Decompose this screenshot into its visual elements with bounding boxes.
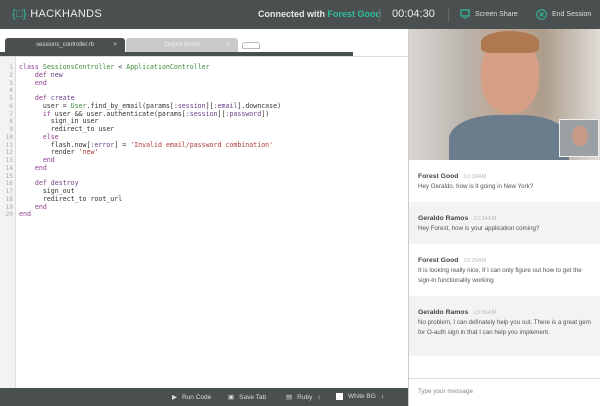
message-time: 10:36AM xyxy=(473,310,497,316)
sender-name: Geraldo Ramos xyxy=(418,309,469,316)
run-code-button[interactable]: ▶ Run Code xyxy=(172,393,212,402)
message-time: 10:35AM xyxy=(463,258,487,264)
screen-share-button[interactable]: Screen Share xyxy=(460,9,518,19)
select-arrows-icon: ↕ xyxy=(380,393,385,400)
line-number: 8 xyxy=(9,118,13,126)
line-number: 5 xyxy=(9,95,13,102)
run-label: Run Code xyxy=(182,393,212,401)
close-tab-icon[interactable]: × xyxy=(226,38,230,52)
self-video xyxy=(559,119,599,157)
chat-message: Geraldo Ramos 10:36AM No problem, I can de… xyxy=(409,296,600,356)
video-hair xyxy=(481,31,539,53)
line-number: 19 xyxy=(5,203,13,211)
close-circle-icon xyxy=(536,9,547,20)
logo: {□} HACKHANDS xyxy=(12,8,102,20)
chat-log: Forest Good 10:30AM Hey Geraldo, how is it… xyxy=(409,160,600,356)
sender-name: Geraldo Ramos xyxy=(418,215,469,222)
divider xyxy=(379,7,380,22)
line-numbers: 1 2 3 4 5 6 7 8 9 10 11 12 13 14 15 16 17 18 19 20 xyxy=(0,64,16,219)
code-content[interactable]: class SessionsController < ApplicationCo… xyxy=(19,63,281,219)
end-session-button[interactable]: End Session xyxy=(536,9,591,20)
line-number: 9 xyxy=(9,126,13,133)
message-text: Hey Forest, how is your application comi… xyxy=(418,225,540,232)
connection-status: Connected with Forest Good xyxy=(258,9,381,19)
language-label: Ruby xyxy=(297,393,313,401)
save-tab-button[interactable]: ▣ Save Tab xyxy=(228,393,267,402)
line-number: 12 xyxy=(5,149,13,157)
checkbox[interactable] xyxy=(336,393,343,400)
line-number: 1 xyxy=(9,64,13,71)
monitor-icon xyxy=(460,9,470,19)
logo-text: HACKHANDS xyxy=(30,8,103,20)
message-time: 10:34AM xyxy=(473,216,497,222)
chat-message: Forest Good 10:35AM It is looking really n… xyxy=(409,244,600,296)
message-text: No problem, I can definately help you ou… xyxy=(418,319,591,336)
line-number: 10 xyxy=(5,133,13,141)
line-number: 2 xyxy=(9,71,13,79)
chat-message: Forest Good 10:30AM Hey Geraldo, how is it… xyxy=(409,160,600,202)
editor-toolbar: ▶ Run Code ▣ Save Tab ▤ Ruby ↕ White BG ↕ xyxy=(0,388,408,406)
tab-label: Output errors xyxy=(164,42,200,48)
line-number: 13 xyxy=(5,157,13,164)
code-icon: ▤ xyxy=(286,394,293,401)
line-number: 20 xyxy=(5,211,13,219)
divider xyxy=(448,7,449,22)
tab-bar: sessions_controller.rb × Output errors × xyxy=(0,29,408,56)
screen-share-label: Screen Share xyxy=(475,10,518,18)
line-number: 3 xyxy=(9,79,13,87)
line-number: 15 xyxy=(5,172,13,180)
code-editor[interactable]: 1 2 3 4 5 6 7 8 9 10 11 12 13 14 15 16 17 18 19 20 class Se… xyxy=(0,56,408,388)
message-text: Hey Geraldo, how is it going in New York… xyxy=(418,183,534,190)
tab-sessions-controller[interactable]: sessions_controller.rb × xyxy=(5,38,125,52)
sender-name: Forest Good xyxy=(418,173,459,180)
tab-label: sessions_controller.rb xyxy=(35,42,95,48)
save-label: Save Tab xyxy=(239,393,267,401)
line-number: 18 xyxy=(5,195,13,203)
message-time: 10:30AM xyxy=(463,174,487,180)
end-session-label: End Session xyxy=(552,11,592,18)
connected-name: Forest Good xyxy=(327,9,382,19)
language-select[interactable]: ▤ Ruby ↕ xyxy=(286,393,321,402)
side-panel: Forest Good 10:30AM Hey Geraldo, how is it… xyxy=(408,29,600,406)
white-bg-toggle[interactable]: White BG ↕ xyxy=(336,393,384,400)
select-arrows-icon: ↕ xyxy=(317,393,321,401)
play-icon: ▶ xyxy=(172,394,177,401)
video-person xyxy=(449,115,569,160)
line-number: 11 xyxy=(5,141,13,149)
session-timer: 00:04:30 xyxy=(392,8,435,20)
close-tab-icon[interactable]: × xyxy=(113,38,117,52)
connected-label: Connected with xyxy=(258,9,325,19)
bg-label: White BG xyxy=(348,393,376,400)
message-text: It is looking really nice, If I can only… xyxy=(418,267,582,284)
tab-output-errors[interactable]: Output errors × xyxy=(126,38,238,52)
top-bar: {□} HACKHANDS Connected with Forest Good… xyxy=(0,0,600,29)
video-feed xyxy=(409,29,600,160)
line-number: 17 xyxy=(5,188,13,195)
floppy-icon: ▣ xyxy=(228,394,235,401)
message-input[interactable]: Type your message xyxy=(409,378,600,406)
line-number: 16 xyxy=(5,180,13,188)
line-number: 14 xyxy=(5,164,13,172)
line-number: 6 xyxy=(9,102,13,110)
new-tab-button[interactable] xyxy=(242,42,260,49)
line-number: 4 xyxy=(9,87,13,95)
line-number: 7 xyxy=(9,110,13,118)
sender-name: Forest Good xyxy=(418,257,459,264)
chat-bubble-icon: {□} xyxy=(12,8,27,20)
chat-message: Geraldo Ramos 10:34AM Hey Forest, how is y… xyxy=(409,202,600,244)
